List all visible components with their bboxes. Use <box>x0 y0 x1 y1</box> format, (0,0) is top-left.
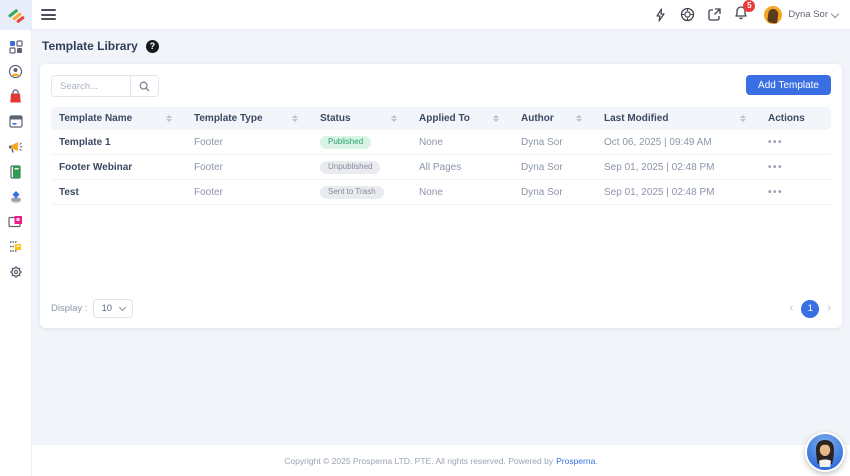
author: Dyna Sor <box>513 137 596 148</box>
template-type: Footer <box>186 187 312 198</box>
applied-to: None <box>411 137 513 148</box>
sort-icon[interactable] <box>292 115 298 122</box>
pagination: ‹ 1 › <box>790 300 831 318</box>
author: Dyna Sor <box>513 187 596 198</box>
table-header-row: Template Name Template Type Status Appli… <box>51 107 831 130</box>
app-logo[interactable] <box>0 0 32 30</box>
last-modified: Sep 01, 2025 | 02:48 PM <box>596 187 760 198</box>
orders-bag-icon <box>9 89 22 104</box>
search-group <box>51 75 159 97</box>
column-header-template-name[interactable]: Template Name <box>51 113 186 124</box>
sort-icon[interactable] <box>576 115 582 122</box>
user-name: Dyna Sor <box>788 9 828 20</box>
chevron-down-icon <box>119 303 126 310</box>
media-image-icon <box>8 215 23 228</box>
prosperna-link[interactable]: Prosperna <box>556 456 595 466</box>
sort-icon[interactable] <box>391 115 397 122</box>
sort-icon[interactable] <box>493 115 499 122</box>
column-header-author[interactable]: Author <box>513 113 596 124</box>
list-menu-icon <box>9 240 23 253</box>
row-actions-menu-button[interactable]: ••• <box>760 187 831 198</box>
last-modified: Oct 06, 2025 | 09:49 AM <box>596 137 760 148</box>
page-size-select[interactable]: 10 <box>93 299 133 318</box>
chat-support-widget[interactable] <box>805 432 845 472</box>
sidebar-item-marketing[interactable] <box>8 139 24 154</box>
display-label: Display : <box>51 303 87 314</box>
table-row: Template 1 Footer Published None Dyna So… <box>51 130 831 155</box>
status-badge: Published <box>320 136 371 149</box>
top-navbar: 5 Dyna Sor <box>0 0 850 30</box>
content-book-icon <box>9 165 22 179</box>
notifications-button[interactable]: 5 <box>734 5 748 25</box>
row-actions-menu-button[interactable]: ••• <box>760 137 831 148</box>
support-agent-avatar <box>807 434 843 470</box>
applied-to: None <box>411 187 513 198</box>
sidebar-item-content[interactable] <box>8 164 24 179</box>
last-modified: Sep 01, 2025 | 02:48 PM <box>596 162 760 173</box>
sidebar-item-media[interactable] <box>8 214 24 229</box>
prev-page-button[interactable]: ‹ <box>790 303 794 314</box>
marketing-megaphone-icon <box>8 140 23 154</box>
column-header-actions: Actions <box>760 113 831 124</box>
sidebar-item-settings[interactable] <box>8 264 24 279</box>
settings-gear-icon <box>9 265 23 279</box>
menu-toggle-button[interactable] <box>41 9 56 20</box>
page-footer: Copyright © 2025 Prosperna LTD. PTE. All… <box>32 445 850 476</box>
search-input[interactable] <box>52 76 130 96</box>
help-icon[interactable]: ? <box>146 40 159 53</box>
author: Dyna Sor <box>513 162 596 173</box>
search-button[interactable] <box>130 76 158 96</box>
column-header-template-type[interactable]: Template Type <box>186 113 312 124</box>
sidebar-item-rewards[interactable] <box>8 189 24 204</box>
rewards-gem-icon <box>9 190 23 204</box>
sidebar-item-orders[interactable] <box>8 89 24 104</box>
page-title: Template Library <box>42 39 138 53</box>
template-type: Footer <box>186 137 312 148</box>
template-name-link[interactable]: Test <box>51 187 186 198</box>
template-library-card: Add Template Template Name Template Type… <box>40 64 842 328</box>
table-row: Test Footer Sent to Trash None Dyna Sor … <box>51 180 831 205</box>
status-badge: Unpublished <box>320 161 380 174</box>
templates-table: Template Name Template Type Status Appli… <box>51 107 831 205</box>
template-name-link[interactable]: Template 1 <box>51 137 186 148</box>
sort-icon[interactable] <box>740 115 746 122</box>
table-row: Footer Webinar Footer Unpublished All Pa… <box>51 155 831 180</box>
support-icon[interactable] <box>680 7 695 22</box>
applied-to: All Pages <box>411 162 513 173</box>
page-number-button[interactable]: 1 <box>801 300 819 318</box>
next-page-button[interactable]: › <box>827 303 831 314</box>
template-type: Footer <box>186 162 312 173</box>
sidebar-item-customers[interactable] <box>8 64 24 79</box>
main-content: Template Library ? Add Template Template… <box>32 30 850 445</box>
lightning-icon[interactable] <box>653 7 668 22</box>
sidebar-item-menu-list[interactable] <box>8 239 24 254</box>
external-link-icon[interactable] <box>707 7 722 22</box>
sidebar-item-dashboard[interactable] <box>8 39 24 54</box>
column-header-last-modified[interactable]: Last Modified <box>596 113 760 124</box>
chevron-down-icon <box>831 9 839 17</box>
column-header-status[interactable]: Status <box>312 113 411 124</box>
dashboard-icon <box>9 40 23 54</box>
column-header-applied-to[interactable]: Applied To <box>411 113 513 124</box>
notification-count-badge: 5 <box>743 0 755 12</box>
sidebar-item-storefront[interactable] <box>8 114 24 129</box>
status-badge: Sent to Trash <box>320 186 384 199</box>
add-template-button[interactable]: Add Template <box>746 75 831 95</box>
customers-icon <box>8 64 23 79</box>
user-menu[interactable]: Dyna Sor <box>764 6 838 24</box>
user-avatar <box>764 6 782 24</box>
prosperna-logo-icon <box>6 7 26 23</box>
search-icon <box>139 81 150 92</box>
storefront-window-icon <box>9 115 23 128</box>
sort-icon[interactable] <box>166 115 172 122</box>
sidebar-nav <box>0 30 32 476</box>
row-actions-menu-button[interactable]: ••• <box>760 162 831 173</box>
copyright-text: Copyright © 2025 Prosperna LTD. PTE. All… <box>284 456 553 466</box>
template-name-link[interactable]: Footer Webinar <box>51 162 186 173</box>
